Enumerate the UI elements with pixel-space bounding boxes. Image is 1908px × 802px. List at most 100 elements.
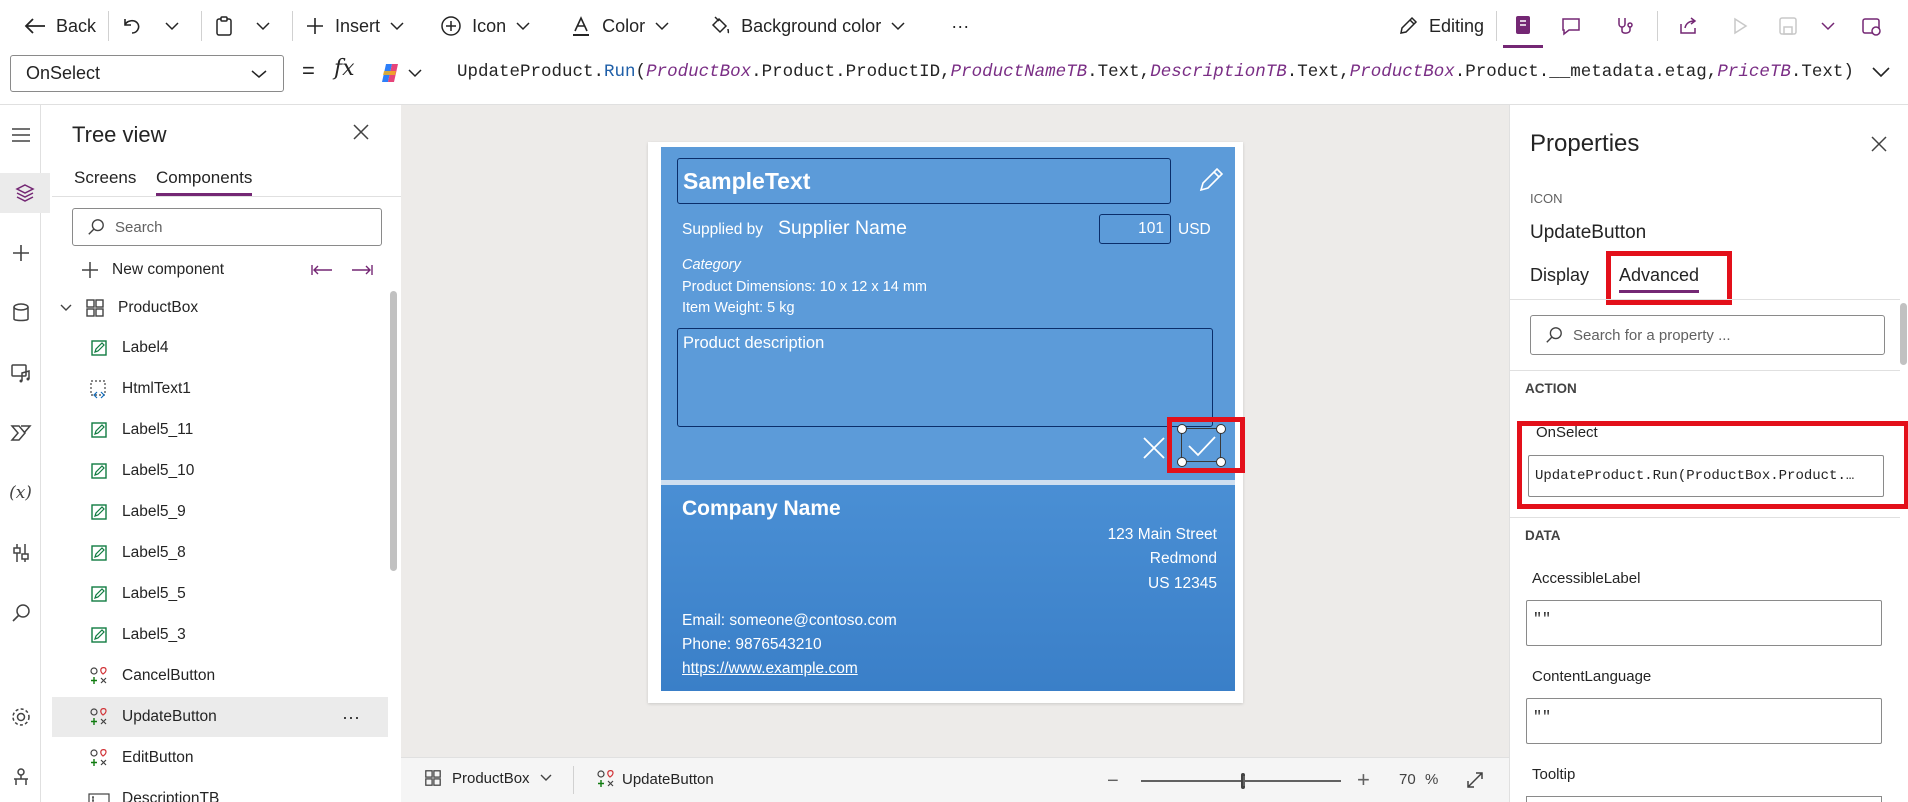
property-search-box[interactable]: Search for a property ... [1530, 315, 1885, 355]
zoom-in-button[interactable]: + [1357, 767, 1370, 793]
breadcrumb-productbox[interactable]: ProductBox [424, 769, 552, 787]
preview-button[interactable] [1712, 6, 1768, 46]
back-button[interactable]: Back [18, 6, 102, 46]
tree-item[interactable]: UpdateButton ··· [52, 697, 388, 737]
editing-mode-button[interactable]: Editing [1391, 6, 1490, 46]
tree-item[interactable]: DescriptionTB [52, 779, 388, 802]
edit-icon [88, 583, 110, 605]
tree-item[interactable]: Label5_3 [52, 615, 388, 655]
search-icon [11, 604, 30, 622]
tree-item[interactable]: Label5_5 [52, 574, 388, 614]
plus-icon [82, 262, 98, 278]
onselect-highlight [1517, 421, 1908, 509]
media-button[interactable] [0, 353, 41, 393]
tree-item-label: Label5_8 [122, 544, 186, 561]
advanced-tools-button[interactable] [0, 533, 41, 573]
design-canvas: SampleText Supplied by Supplier Name 101… [401, 105, 1509, 757]
virtual-agent-button[interactable] [0, 757, 41, 797]
toolbar-divider [1496, 11, 1497, 41]
close-tree-button[interactable] [352, 123, 370, 141]
edit-button[interactable] [1196, 165, 1226, 195]
accessible-label-input[interactable]: "" [1526, 600, 1882, 646]
description-input[interactable]: Product description [677, 328, 1213, 427]
more-options-icon[interactable]: ··· [342, 707, 360, 728]
paste-button[interactable] [208, 6, 250, 46]
content-language-input[interactable]: "" [1526, 698, 1882, 744]
notebook-button[interactable] [1503, 4, 1543, 48]
color-button[interactable]: Color [564, 6, 685, 46]
save-button[interactable] [1768, 6, 1808, 46]
app-checker-button[interactable] [1599, 6, 1651, 46]
close-icon [1871, 136, 1887, 152]
price-input[interactable]: 101 [1099, 214, 1171, 244]
zoom-value[interactable]: 70 [1399, 771, 1416, 788]
phone-label: Phone: 9876543210 [682, 636, 822, 653]
tree-item[interactable]: Label4 [52, 328, 388, 368]
insert-rail-button[interactable] [0, 233, 41, 273]
zoom-out-button[interactable]: − [1107, 770, 1119, 793]
tree-item[interactable]: Label5_10 [52, 451, 388, 491]
tree-item[interactable]: Label5_9 [52, 492, 388, 532]
expand-all-button[interactable] [350, 263, 374, 277]
breadcrumb-updatebutton[interactable]: UpdateButton [596, 769, 714, 789]
tab-display[interactable]: Display [1530, 265, 1589, 286]
zoom-slider-track[interactable] [1141, 773, 1341, 789]
tree-item[interactable]: CancelButton [52, 656, 388, 696]
formula-input[interactable]: UpdateProduct. Run(ProductBox .Product.Pro… [444, 52, 1860, 92]
insert-button[interactable]: Insert [299, 6, 420, 46]
cancel-button[interactable] [1141, 435, 1167, 461]
tree-item[interactable]: HtmlText1 [52, 369, 388, 409]
tree-item[interactable]: Label5_8 [52, 533, 388, 573]
settings-button[interactable] [0, 697, 41, 737]
expand-formula-button[interactable] [1872, 66, 1890, 78]
tree-item[interactable]: EditButton [52, 738, 388, 778]
background-color-button[interactable]: Background color [703, 6, 921, 46]
toolbar-divider [292, 11, 294, 41]
chevron-down-icon [251, 70, 267, 78]
variables-button[interactable]: (x) [0, 473, 41, 513]
paste-dropdown[interactable] [250, 6, 286, 46]
icon-button[interactable]: Icon [434, 6, 546, 46]
close-properties-button[interactable] [1870, 135, 1888, 153]
comments-button[interactable] [1543, 6, 1599, 46]
data-button[interactable] [0, 293, 41, 333]
product-name-input[interactable]: SampleText [677, 158, 1171, 204]
properties-title: Properties [1530, 130, 1640, 157]
search-icon [1546, 327, 1562, 343]
props-search-divider [1510, 370, 1900, 371]
hamburger-menu-button[interactable] [0, 115, 41, 155]
tree-root-productbox[interactable]: ProductBox [52, 288, 388, 328]
publish-button[interactable] [1848, 6, 1894, 46]
copilot-icon [382, 64, 398, 82]
copilot-button[interactable] [378, 58, 434, 88]
tree-item[interactable]: Label5_11 [52, 410, 388, 450]
shapes-icon [88, 747, 110, 769]
props-scrollbar[interactable] [1900, 303, 1907, 365]
undo-dropdown[interactable] [159, 6, 195, 46]
tooltip-input[interactable] [1526, 796, 1882, 802]
tab-screens[interactable]: Screens [74, 168, 136, 188]
share-button[interactable] [1664, 6, 1712, 46]
formula-token: .Text, [1286, 62, 1350, 82]
fit-to-window-button[interactable] [1465, 770, 1485, 790]
background-color-label: Background color [741, 15, 882, 36]
product-card-top: SampleText Supplied by Supplier Name 101… [661, 147, 1235, 480]
tree-view-button[interactable] [0, 173, 50, 213]
property-dropdown[interactable]: OnSelect [10, 55, 284, 92]
power-automate-icon [9, 425, 32, 441]
tree-scrollbar[interactable] [390, 291, 397, 571]
website-link[interactable]: https://www.example.com [682, 660, 858, 678]
tree-search-box[interactable]: Search [72, 208, 382, 246]
power-automate-button[interactable] [0, 413, 41, 453]
save-dropdown[interactable] [1808, 6, 1848, 46]
chevron-down-icon [1872, 67, 1890, 78]
undo-button[interactable] [115, 6, 159, 46]
more-options-button[interactable]: ··· [945, 6, 975, 46]
tab-components[interactable]: Components [156, 168, 253, 196]
collapse-all-button[interactable] [310, 263, 334, 277]
city-label: Redmond [1149, 550, 1217, 567]
new-component-button[interactable]: New component [80, 255, 224, 285]
arrow-left-icon [24, 18, 45, 34]
search-rail-button[interactable] [0, 593, 41, 633]
left-rail: (x) [0, 105, 50, 802]
